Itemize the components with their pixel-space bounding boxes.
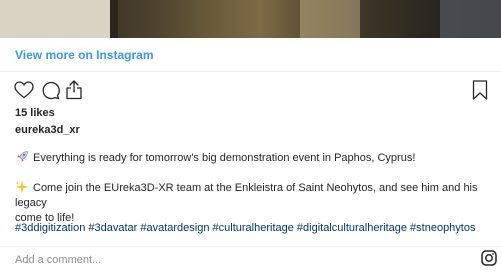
image-dark-edge xyxy=(110,0,118,38)
bookmark-icon[interactable] xyxy=(472,80,488,100)
share-icon[interactable] xyxy=(65,79,83,100)
instagram-icon[interactable] xyxy=(481,250,497,266)
sparkles-emoji xyxy=(15,180,29,194)
heart-icon[interactable] xyxy=(14,81,34,99)
post-username[interactable]: eureka3d_xr xyxy=(15,124,80,136)
likes-count[interactable]: 15 likes xyxy=(15,107,55,119)
caption-line-1: Everything is ready for tomorrow's big d… xyxy=(15,150,485,166)
caption-text-1: Everything is ready for tomorrow's big d… xyxy=(33,152,416,164)
view-more-link[interactable]: View more on Instagram xyxy=(0,38,501,72)
comment-input[interactable]: Add a comment... xyxy=(15,254,101,266)
image-light-region xyxy=(0,0,110,38)
view-more-label[interactable]: View more on Instagram xyxy=(15,48,154,62)
hashtags[interactable]: #3ddigitization #3davatar #avatardesign … xyxy=(15,222,475,234)
comment-bar[interactable]: Add a comment... xyxy=(0,246,501,272)
image-shadow xyxy=(440,0,501,38)
image-highlight xyxy=(300,0,360,38)
post-image[interactable] xyxy=(0,0,501,38)
comment-icon[interactable] xyxy=(40,80,60,100)
instagram-embed: View more on Instagram 15 likes eureka3d… xyxy=(0,0,501,272)
caption-line-2: Come join the EUreka3D-XR team at the En… xyxy=(15,180,485,226)
caption-text-2a: Come join the EUreka3D-XR team at the En… xyxy=(15,182,478,209)
rocket-emoji xyxy=(16,151,28,163)
